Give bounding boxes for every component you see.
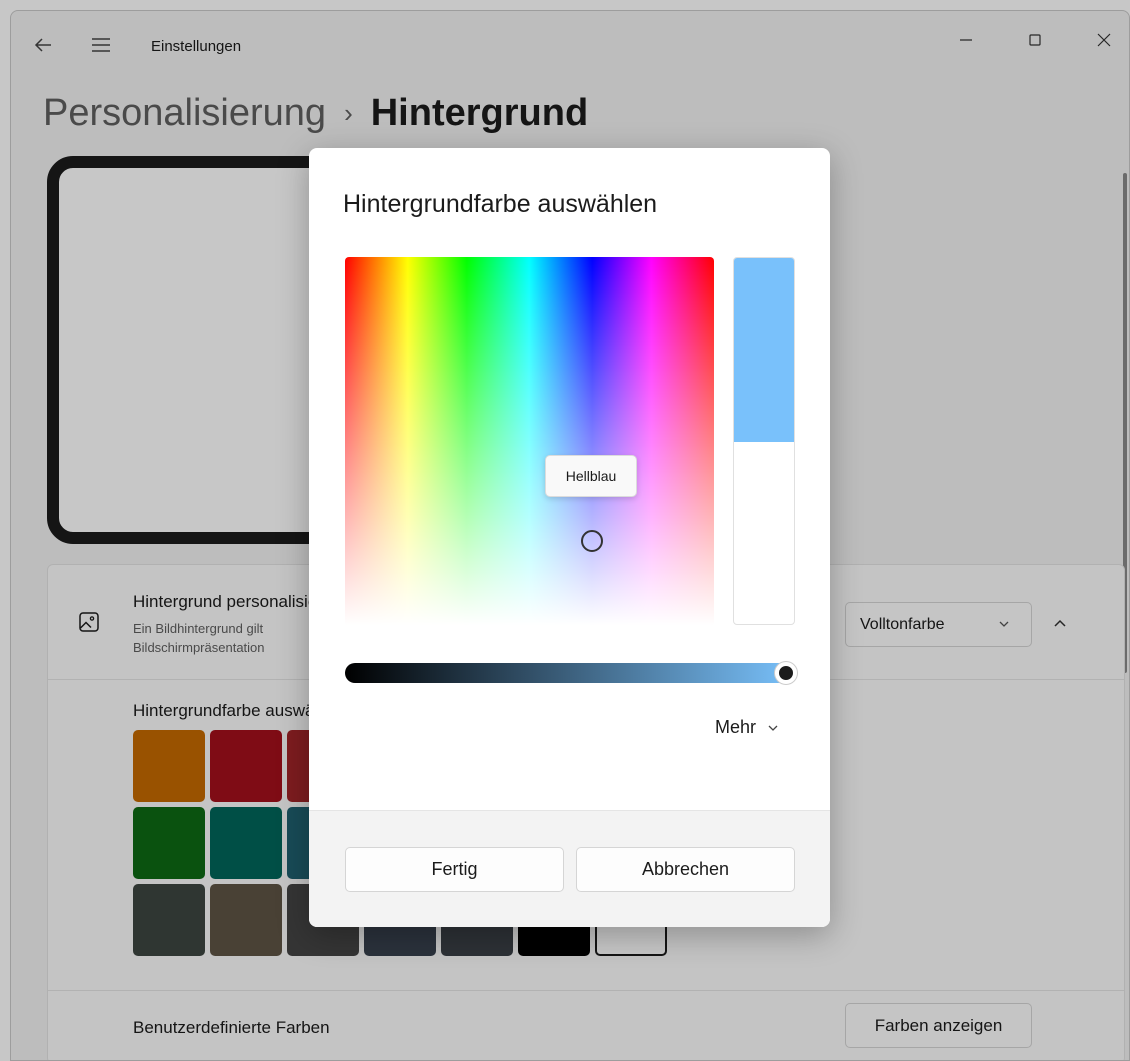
- color-spectrum[interactable]: Hellblau: [345, 257, 714, 625]
- chevron-down-icon: [768, 725, 778, 731]
- color-picker-handle[interactable]: [581, 530, 603, 552]
- dialog-footer: Fertig Abbrechen: [309, 810, 830, 927]
- color-preview: [733, 257, 795, 625]
- brightness-slider[interactable]: [345, 662, 797, 684]
- dialog-title: Hintergrundfarbe auswählen: [343, 190, 658, 218]
- color-name-tooltip: Hellblau: [545, 455, 637, 497]
- more-label: Mehr: [715, 717, 757, 737]
- color-picker-dialog: Hintergrundfarbe auswählen Hellblau Mehr…: [309, 148, 830, 927]
- selected-color-preview: [734, 258, 794, 442]
- cancel-button[interactable]: Abbrechen: [576, 847, 795, 892]
- slider-thumb[interactable]: [775, 662, 797, 684]
- more-toggle[interactable]: Mehr: [715, 717, 780, 738]
- done-button[interactable]: Fertig: [345, 847, 564, 892]
